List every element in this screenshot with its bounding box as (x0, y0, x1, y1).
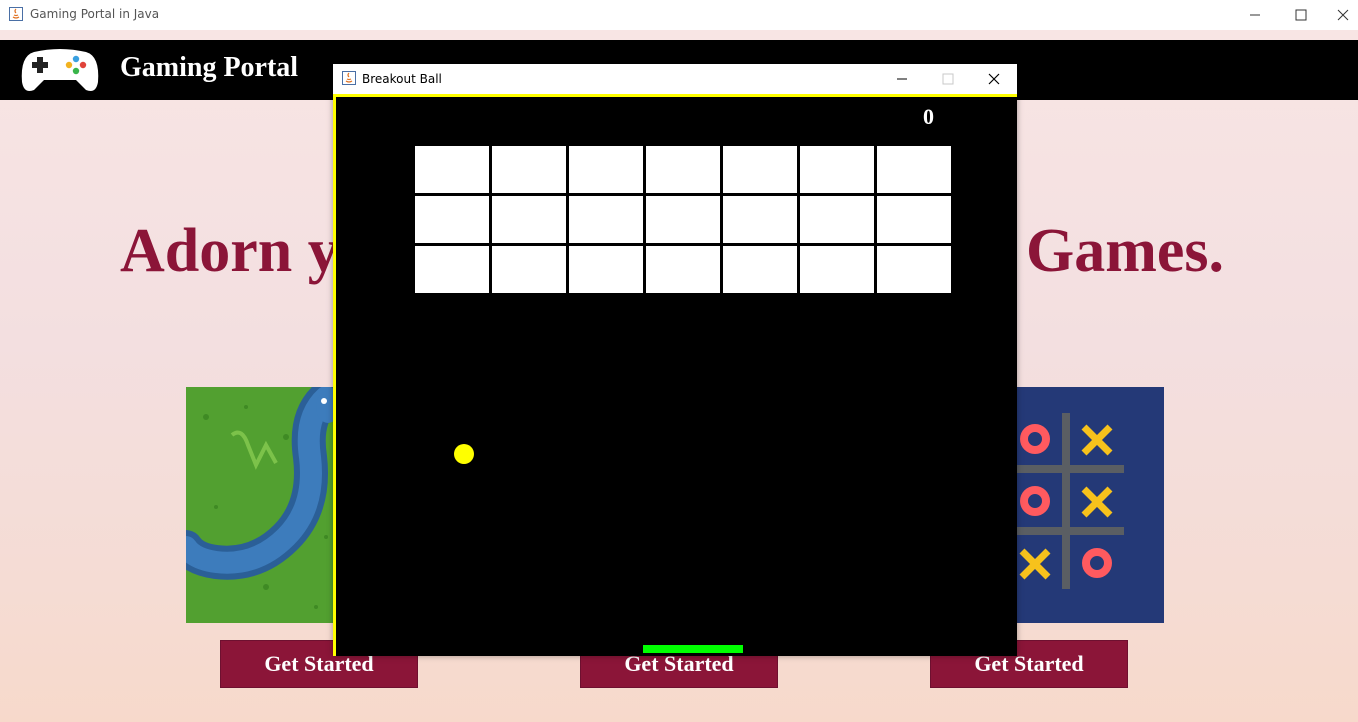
gamepad-icon (21, 49, 99, 91)
brick (646, 196, 720, 243)
brick (800, 246, 874, 293)
brick (569, 246, 643, 293)
main-title-bar: Gaming Portal in Java (0, 0, 1358, 31)
brick (415, 196, 489, 243)
window-title: Gaming Portal in Java (30, 7, 160, 21)
breakout-maximize-button (925, 64, 971, 94)
brick (800, 196, 874, 243)
tic-tac-toe-illustration (1016, 387, 1164, 623)
brick (415, 246, 489, 293)
brick (646, 146, 720, 193)
breakout-close-button[interactable] (971, 64, 1017, 94)
brick (492, 146, 566, 193)
brick (569, 146, 643, 193)
minimize-icon (1250, 14, 1260, 16)
brick (646, 246, 720, 293)
maximize-button[interactable] (1278, 0, 1324, 30)
breakout-title-bar: Breakout Ball (333, 64, 1017, 94)
tic-tac-toe-image[interactable] (1016, 387, 1164, 623)
headline-text-right: Games. (1026, 217, 1225, 285)
brick (569, 196, 643, 243)
java-app-icon (342, 71, 356, 85)
brick (492, 196, 566, 243)
brick (877, 246, 951, 293)
minimize-button[interactable] (1232, 0, 1278, 30)
score-display: 0 (923, 104, 934, 129)
maximize-icon (1295, 9, 1307, 21)
brick (415, 146, 489, 193)
brick (723, 246, 797, 293)
portal-title: Gaming Portal (120, 52, 299, 83)
breakout-window: Breakout Ball 0 (333, 64, 1017, 656)
brick (492, 246, 566, 293)
brick (877, 196, 951, 243)
close-icon (988, 73, 1000, 85)
breakout-minimize-button[interactable] (879, 64, 925, 94)
breakout-game-canvas[interactable]: 0 (333, 94, 1017, 656)
brick (877, 146, 951, 193)
paddle[interactable] (643, 645, 743, 653)
brick (723, 146, 797, 193)
brick (723, 196, 797, 243)
breakout-window-title: Breakout Ball (362, 72, 442, 86)
snake-game-image[interactable] (186, 387, 336, 623)
close-button[interactable] (1320, 0, 1358, 30)
close-icon (1337, 9, 1349, 21)
maximize-icon (942, 73, 954, 85)
ball (454, 444, 474, 464)
headline-text-left: Adorn y (120, 217, 339, 285)
java-app-icon (9, 7, 23, 21)
brick (800, 146, 874, 193)
snake-illustration (186, 387, 336, 623)
minimize-icon (897, 78, 907, 80)
